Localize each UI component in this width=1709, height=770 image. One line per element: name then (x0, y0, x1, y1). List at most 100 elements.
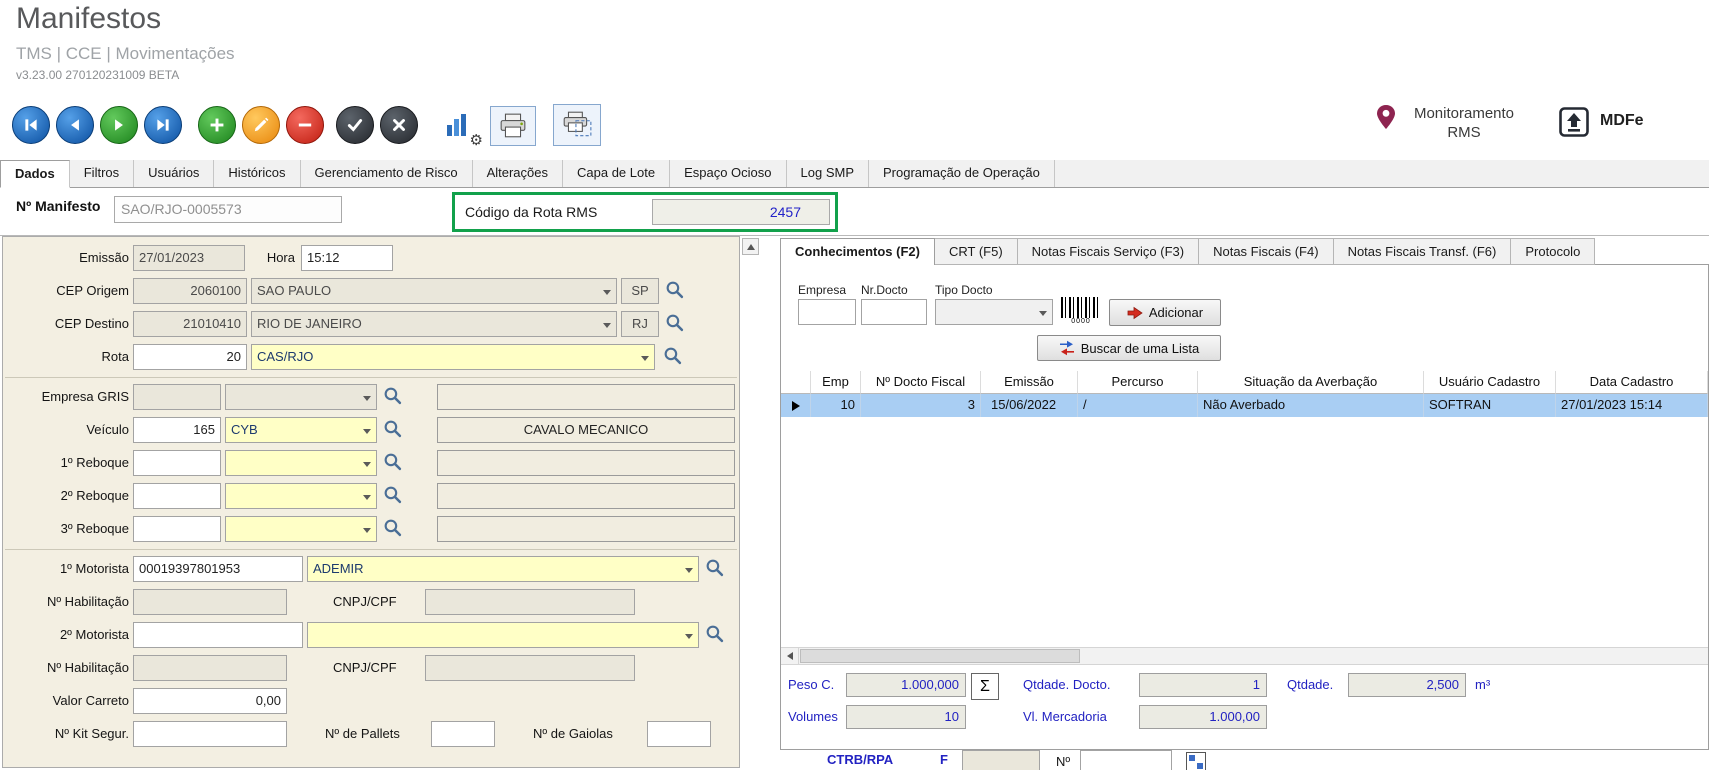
cep-origem-search-icon[interactable] (665, 280, 685, 302)
col-data-cadastro[interactable]: Data Cadastro (1556, 371, 1708, 394)
chart-config-button[interactable]: ⚙ (438, 104, 480, 146)
tab-notas-fiscais-transf[interactable]: Notas Fiscais Transf. (F6) (1333, 238, 1512, 265)
last-record-button[interactable] (144, 106, 182, 144)
print-button[interactable] (490, 106, 536, 146)
col-usuario-cadastro[interactable]: Usuário Cadastro (1424, 371, 1556, 394)
monitoramento-rms-label[interactable]: Monitoramento RMS (1404, 104, 1524, 142)
motorista1-name-combo[interactable]: ADEMIR (307, 556, 699, 582)
kit-segur-field[interactable] (133, 721, 287, 747)
tab-protocolo[interactable]: Protocolo (1510, 238, 1595, 265)
tipodocto-combo[interactable] (935, 299, 1053, 325)
rota-search-icon[interactable] (663, 346, 683, 368)
cell-situacao[interactable]: Não Averbado (1198, 394, 1424, 417)
tab-gerenciamento-de-risco[interactable]: Gerenciamento de Risco (301, 160, 473, 187)
delete-record-button[interactable] (286, 106, 324, 144)
empresa-field[interactable] (798, 299, 856, 325)
pallets-field[interactable] (431, 721, 495, 747)
tab-conhecimentos[interactable]: Conhecimentos (F2) (780, 238, 935, 265)
manifesto-number-field[interactable]: SAO/RJO-0005573 (114, 196, 342, 223)
motorista2-code-field[interactable] (133, 622, 303, 648)
empresa-gris-search-icon[interactable] (383, 386, 403, 408)
reboque2-code-field[interactable] (133, 483, 221, 509)
cell-emp[interactable]: 10 (811, 394, 861, 417)
cep-origem-code-field: 2060100 (133, 278, 247, 304)
edit-record-button[interactable] (242, 106, 280, 144)
reboque1-label: 1º Reboque (7, 450, 129, 476)
mdfe-label[interactable]: MDFe (1600, 112, 1644, 130)
col-emp[interactable]: Emp (811, 371, 861, 394)
cell-docto-fiscal[interactable]: 3 (861, 394, 981, 417)
scroll-up-button[interactable] (742, 238, 759, 255)
reboque3-combo[interactable] (225, 516, 377, 542)
tab-alteracoes[interactable]: Alterações (473, 160, 563, 187)
reboque2-search-icon[interactable] (383, 485, 403, 507)
col-situacao-averbacao[interactable]: Situação da Averbação (1198, 371, 1424, 394)
reboque3-search-icon[interactable] (383, 518, 403, 540)
valor-carreto-field[interactable]: 0,00 (133, 688, 287, 714)
cell-emissao[interactable]: 15/06/2022 (981, 394, 1078, 417)
confirm-button[interactable] (336, 106, 374, 144)
nrdocto-field[interactable] (861, 299, 927, 325)
tab-programacao-de-operacao[interactable]: Programação de Operação (869, 160, 1055, 187)
cep-origem-label: CEP Origem (7, 278, 129, 304)
barcode-button[interactable]: 0000 (1061, 297, 1101, 327)
col-emissao[interactable]: Emissão (981, 371, 1078, 394)
mdfe-button[interactable] (1556, 104, 1592, 140)
previous-record-button[interactable] (56, 106, 94, 144)
buscar-lista-button[interactable]: Buscar de uma Lista (1037, 335, 1221, 361)
tab-espaco-ocioso[interactable]: Espaço Ocioso (670, 160, 786, 187)
add-record-button[interactable] (198, 106, 236, 144)
tab-notas-fiscais-servico[interactable]: Notas Fiscais Serviço (F3) (1017, 238, 1199, 265)
reboque1-combo[interactable] (225, 450, 377, 476)
adicionar-button[interactable]: Adicionar (1109, 299, 1221, 326)
empresa-gris-combo (225, 384, 377, 410)
cancel-button[interactable] (380, 106, 418, 144)
tab-crt[interactable]: CRT (F5) (934, 238, 1018, 265)
scroll-left-button[interactable] (781, 648, 799, 664)
cell-data-cadastro[interactable]: 27/01/2023 15:14 (1556, 394, 1708, 417)
col-percurso[interactable]: Percurso (1078, 371, 1198, 394)
table-row[interactable]: 10 3 15/06/2022 / Não Averbado SOFTRAN 2… (781, 394, 1708, 417)
rota-code-field[interactable]: 20 (133, 344, 247, 370)
reboque1-search-icon[interactable] (383, 452, 403, 474)
monitoramento-rms-button[interactable] (1372, 102, 1400, 136)
tab-notas-fiscais[interactable]: Notas Fiscais (F4) (1198, 238, 1333, 265)
cep-destino-search-icon[interactable] (665, 313, 685, 335)
motorista1-search-icon[interactable] (705, 558, 725, 580)
gaiolas-label: Nº de Gaiolas (533, 721, 613, 747)
tab-historicos[interactable]: Históricos (214, 160, 300, 187)
first-record-button[interactable] (12, 106, 50, 144)
chevron-down-icon (363, 528, 371, 533)
printer-icon (499, 113, 527, 139)
print-preview-button[interactable] (553, 104, 601, 146)
table-horizontal-scrollbar[interactable] (781, 647, 1708, 665)
col-docto-fiscal[interactable]: Nº Docto Fiscal (861, 371, 981, 394)
reboque3-code-field[interactable] (133, 516, 221, 542)
grid-lookup-icon[interactable] (1186, 752, 1206, 770)
tab-dados[interactable]: Dados (0, 160, 70, 188)
tab-log-smp[interactable]: Log SMP (787, 160, 869, 187)
sigma-button[interactable]: Σ (971, 673, 999, 700)
reboque1-code-field[interactable] (133, 450, 221, 476)
rota-combo[interactable]: CAS/RJO (251, 344, 655, 370)
reboque2-combo[interactable] (225, 483, 377, 509)
veiculo-plate-combo[interactable]: CYB (225, 417, 377, 443)
next-record-button[interactable] (100, 106, 138, 144)
scrollbar-thumb[interactable] (800, 649, 1080, 663)
tab-filtros[interactable]: Filtros (70, 160, 134, 187)
row-selector-cell[interactable] (781, 394, 811, 417)
veiculo-code-field[interactable]: 165 (133, 417, 221, 443)
previous-icon (66, 116, 84, 134)
motorista2-search-icon[interactable] (705, 624, 725, 646)
gaiolas-field[interactable] (647, 721, 711, 747)
tab-usuarios[interactable]: Usuários (134, 160, 214, 187)
motorista2-name-combo[interactable] (307, 622, 699, 648)
veiculo-search-icon[interactable] (383, 419, 403, 441)
hora-field[interactable]: 15:12 (301, 245, 393, 271)
tab-capa-de-lote[interactable]: Capa de Lote (563, 160, 670, 187)
rota-rms-field[interactable]: 2457 (652, 199, 830, 225)
motorista1-code-field[interactable]: 00019397801953 (133, 556, 303, 582)
ctrb-no-field[interactable] (1080, 750, 1172, 770)
cell-usuario[interactable]: SOFTRAN (1424, 394, 1556, 417)
cell-percurso[interactable]: / (1078, 394, 1198, 417)
